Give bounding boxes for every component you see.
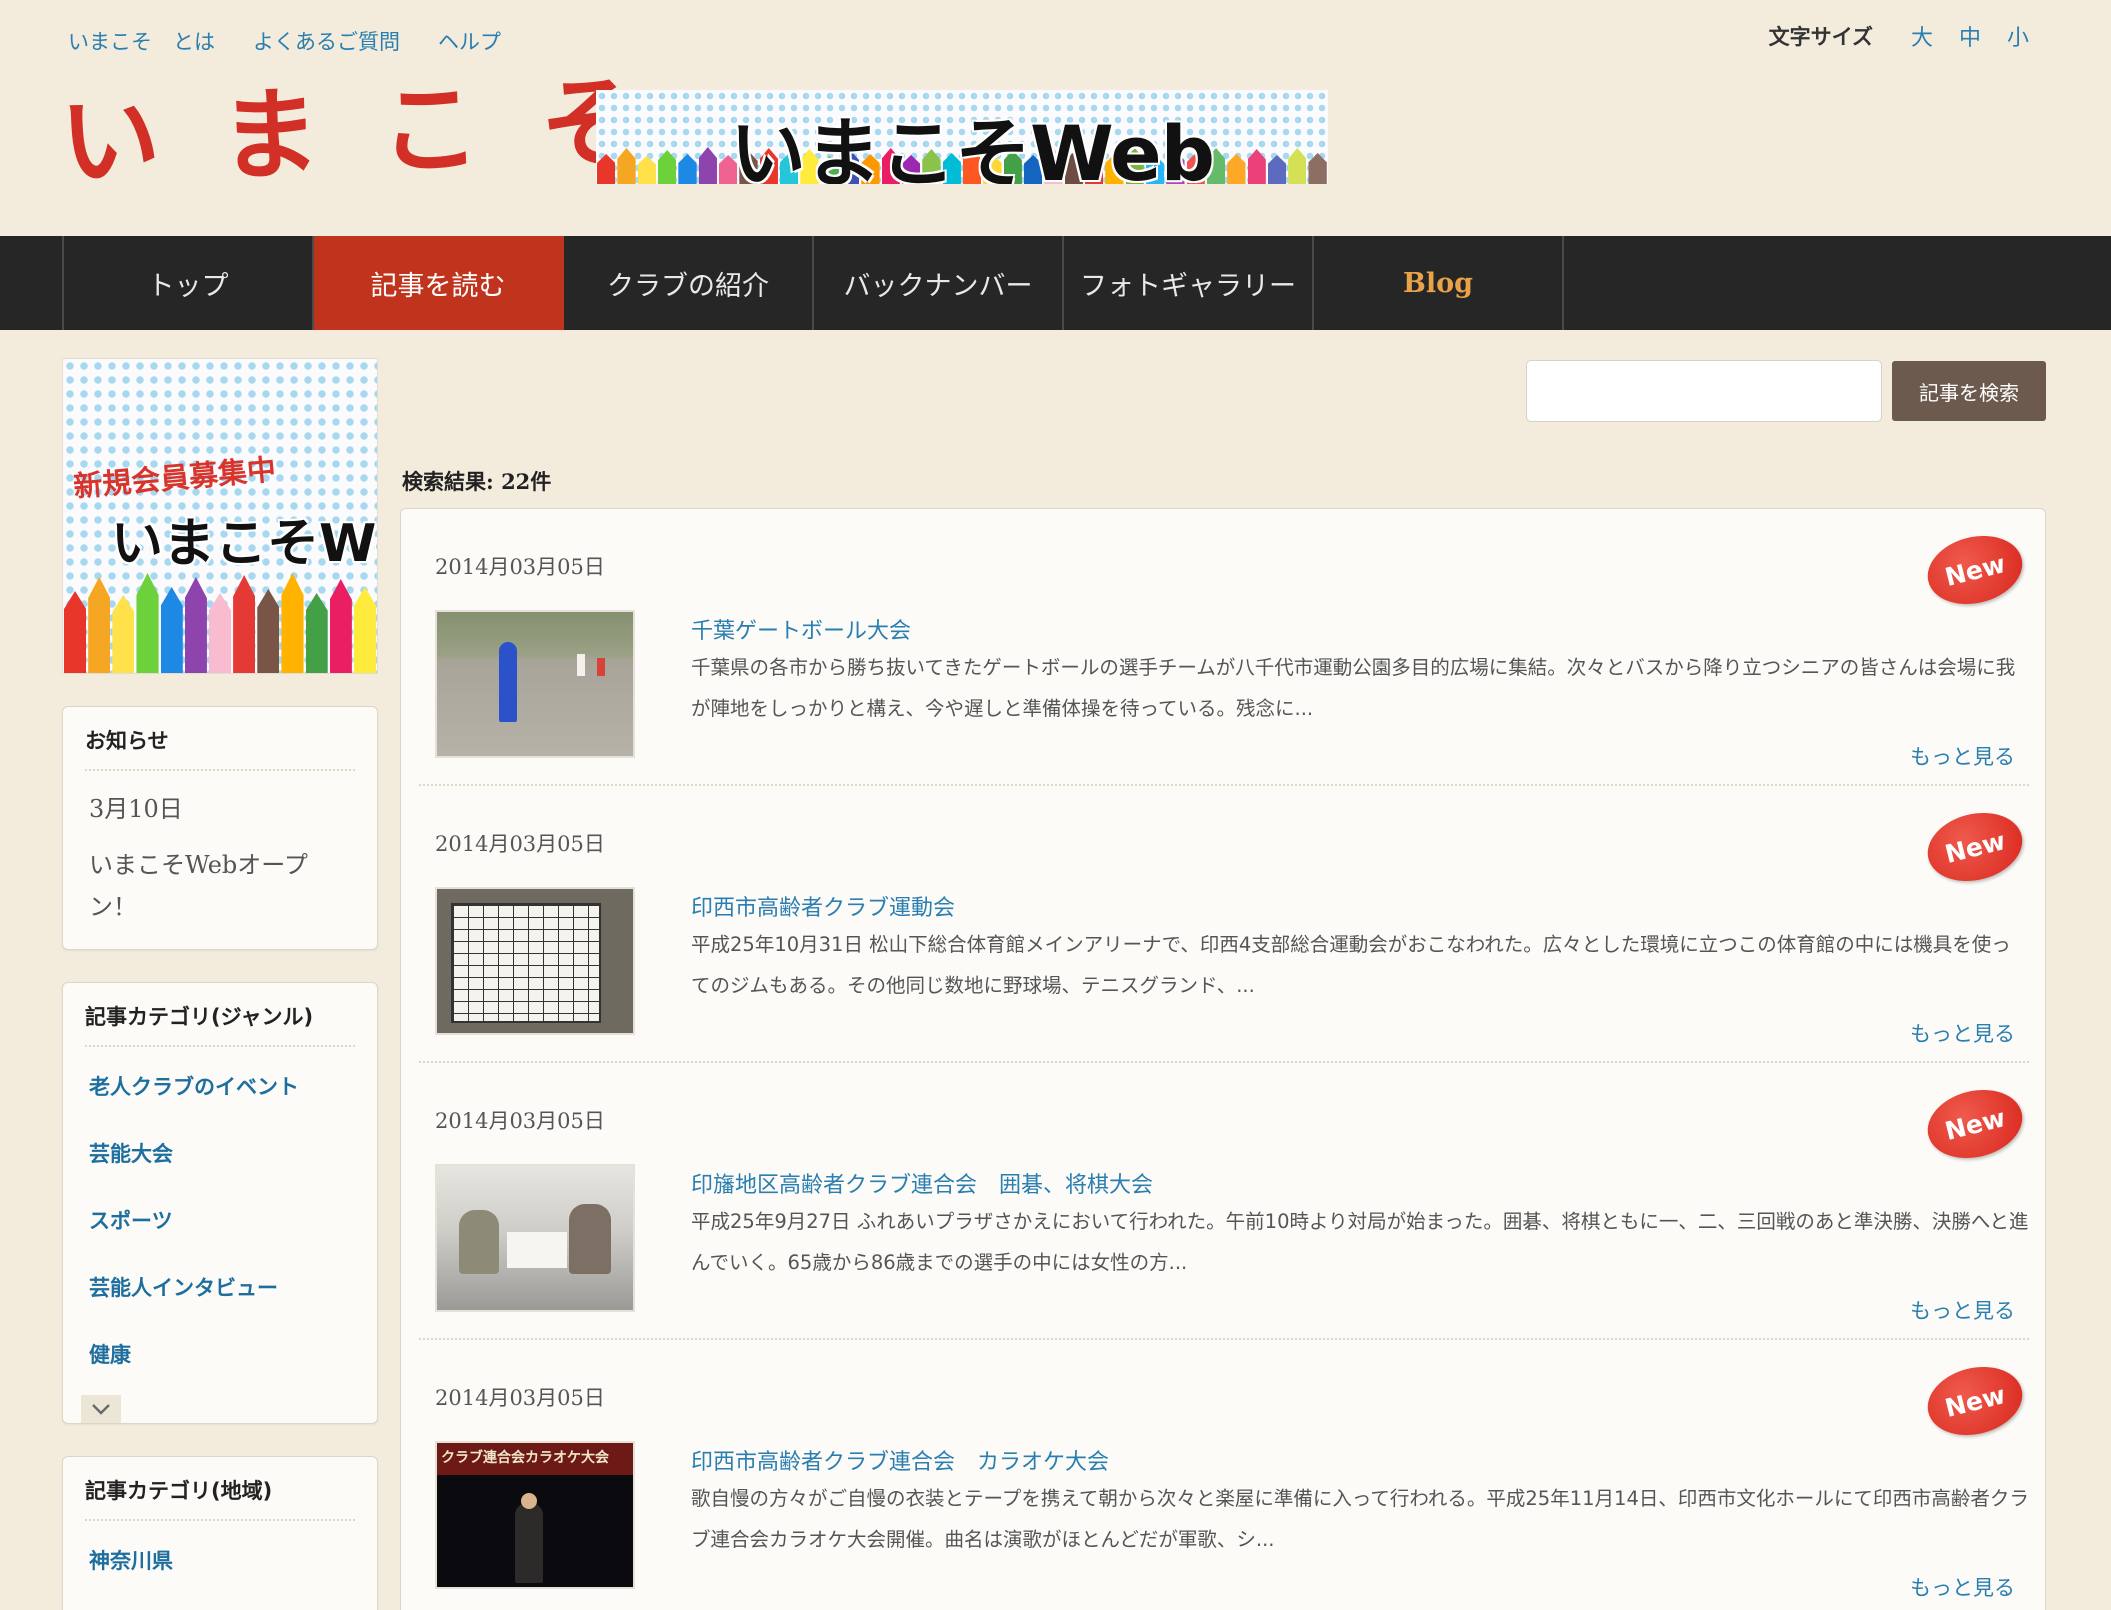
read-more-link[interactable]: もっと見る <box>1910 741 2015 771</box>
new-badge: New <box>1920 1357 2030 1445</box>
nav-photo-gallery[interactable]: フォトギャラリー <box>1064 236 1314 330</box>
main-nav: トップ 記事を読む クラブの紹介 バックナンバー フォトギャラリー Blog <box>0 236 2111 330</box>
category-health[interactable]: 健康 <box>89 1329 351 1396</box>
article-thumbnail[interactable] <box>435 887 635 1035</box>
font-size-small[interactable]: 小 <box>2007 20 2029 52</box>
nav-blog[interactable]: Blog <box>1314 236 1564 330</box>
recruit-text: 新規会員募集中 <box>72 452 278 504</box>
category-performing-arts[interactable]: 芸能大会 <box>89 1128 351 1195</box>
article-title[interactable]: 印西市高齢者クラブ連合会 カラオケ大会 <box>691 1444 1109 1476</box>
recruit-banner[interactable]: 新規会員募集中 いまこそWeb <box>62 358 378 674</box>
category-genre-title: 記事カテゴリ(ジャンル) <box>85 983 355 1047</box>
nav-back-numbers[interactable]: バックナンバー <box>814 236 1064 330</box>
read-more-link[interactable]: もっと見る <box>1910 1018 2015 1048</box>
new-badge: New <box>1920 803 2030 891</box>
article-title[interactable]: 千葉ゲートボール大会 <box>691 613 911 645</box>
read-more-link[interactable]: もっと見る <box>1910 1572 2015 1602</box>
nav-top[interactable]: トップ <box>64 236 314 330</box>
article-item: 2014月03月05日 New 千葉ゲートボール大会 千葉県の各市から勝ち抜いて… <box>419 509 2030 786</box>
article-thumbnail[interactable]: クラブ連合会カラオケ大会 <box>435 1441 635 1589</box>
result-count: 検索結果: 22件 <box>402 469 552 494</box>
nav-club-intro[interactable]: クラブの紹介 <box>564 236 814 330</box>
article-title[interactable]: 印西市高齢者クラブ運動会 <box>691 890 955 922</box>
article-item: 2014月03月05日 New 印旛地区高齢者クラブ連合会 囲碁、将棋大会 平成… <box>419 1063 2030 1340</box>
article-excerpt: 歌自慢の方々がご自慢の衣装とテープを携えて朝から次々と楽屋に準備に入って行われる… <box>691 1487 2029 1551</box>
category-celebrity-interview[interactable]: 芸能人インタビュー <box>89 1262 351 1329</box>
pencils-decoration <box>63 569 377 673</box>
article-list: 2014月03月05日 New 千葉ゲートボール大会 千葉県の各市から勝ち抜いて… <box>400 508 2046 1610</box>
search-button[interactable]: 記事を検索 <box>1892 361 2046 421</box>
news-date: 3月10日 <box>89 795 183 823</box>
top-link-help[interactable]: ヘルプ <box>438 26 501 56</box>
read-more-link[interactable]: もっと見る <box>1910 1295 2015 1325</box>
expand-button[interactable] <box>81 1395 121 1423</box>
top-links: いまこそ とは よくあるご質問 ヘルプ <box>68 26 501 56</box>
font-size-label: 文字サイズ <box>1768 25 1873 49</box>
category-kanagawa[interactable]: 神奈川県 <box>89 1535 351 1602</box>
category-sports[interactable]: スポーツ <box>89 1195 351 1262</box>
category-senior-events[interactable]: 老人クラブのイベント <box>89 1061 351 1128</box>
font-size-switcher: 文字サイズ 大 中 小 <box>1769 20 2029 52</box>
article-title[interactable]: 印旛地区高齢者クラブ連合会 囲碁、将棋大会 <box>691 1167 1153 1199</box>
news-text: いまこそWebオープン！ <box>89 851 308 921</box>
article-date: 2014月03月05日 <box>435 832 605 856</box>
article-date: 2014月03月05日 <box>435 1386 605 1410</box>
article-item: 2014月03月05日 New クラブ連合会カラオケ大会 印西市高齢者クラブ連合… <box>419 1340 2030 1610</box>
font-size-medium[interactable]: 中 <box>1959 20 1981 52</box>
thumbnail-caption: クラブ連合会カラオケ大会 <box>441 1450 609 1466</box>
article-date: 2014月03月05日 <box>435 555 605 579</box>
new-badge: New <box>1920 526 2030 614</box>
news-panel: お知らせ 3月10日 いまこそWebオープン！ <box>62 706 378 950</box>
article-excerpt: 平成25年10月31日 松山下総合体育館メインアリーナで、印西4支部総合運動会が… <box>691 933 2011 997</box>
top-link-about[interactable]: いまこそ とは <box>68 26 215 56</box>
header-banner: いまこそWeb <box>596 90 1328 184</box>
nav-read-articles[interactable]: 記事を読む <box>314 236 564 330</box>
category-region-title: 記事カテゴリ(地域) <box>85 1457 355 1521</box>
banner-title: いまこそWeb <box>730 109 1215 184</box>
news-title: お知らせ <box>85 707 355 771</box>
new-badge: New <box>1920 1080 2030 1168</box>
font-size-large[interactable]: 大 <box>1911 20 1933 52</box>
article-excerpt: 千葉県の各市から勝ち抜いてきたゲートボールの選手チームが八千代市運動公園多目的広… <box>691 656 2016 720</box>
article-item: 2014月03月05日 New 印西市高齢者クラブ運動会 平成25年10月31日… <box>419 786 2030 1063</box>
article-excerpt: 平成25年9月27日 ふれあいプラザさかえにおいて行われた。午前10時より対局が… <box>691 1210 2029 1274</box>
search-input[interactable] <box>1526 360 1882 422</box>
category-region-panel: 記事カテゴリ(地域) 神奈川県 <box>62 1456 378 1610</box>
top-link-faq[interactable]: よくあるご質問 <box>253 26 400 56</box>
recruit-web-text: いまこそWeb <box>111 514 377 574</box>
chevron-down-icon <box>92 1404 110 1415</box>
article-date: 2014月03月05日 <box>435 1109 605 1133</box>
category-genre-panel: 記事カテゴリ(ジャンル) 老人クラブのイベント 芸能大会 スポーツ 芸能人インタ… <box>62 982 378 1424</box>
article-thumbnail[interactable] <box>435 610 635 758</box>
article-thumbnail[interactable] <box>435 1164 635 1312</box>
